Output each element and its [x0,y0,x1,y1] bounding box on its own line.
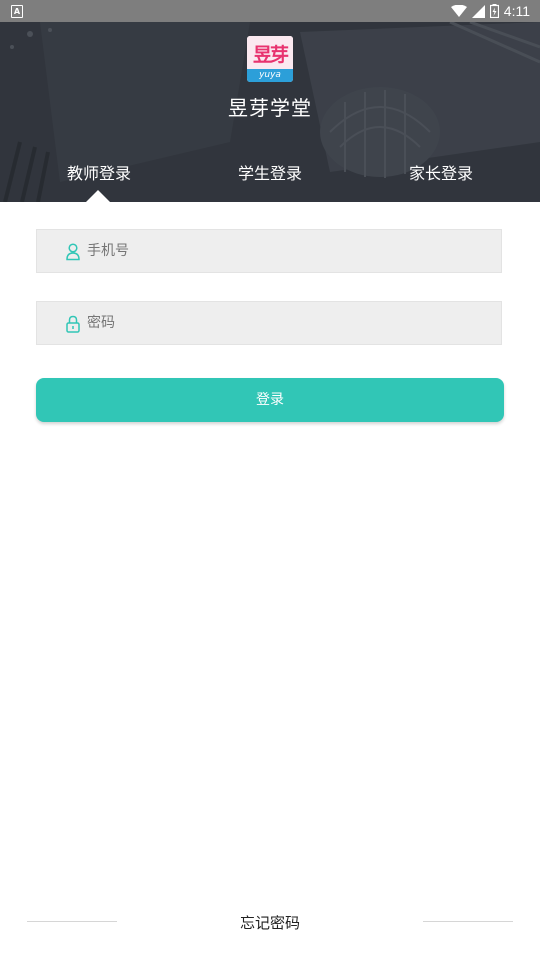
footer-divider-right [423,921,513,922]
status-icons: 4:11 [450,0,530,22]
password-input[interactable] [87,302,487,344]
phone-input[interactable] [87,230,487,272]
tab-teacher-login[interactable]: 教师登录 [39,160,159,184]
tab-parent-login[interactable]: 家长登录 [381,160,501,184]
header-banner: 昱芽 yuya 昱芽学堂 教师登录 学生登录 家长登录 [0,22,540,202]
logo-latin: yuya [247,69,293,82]
login-role-tabs: 教师登录 学生登录 家长登录 [0,160,540,190]
user-icon [66,243,80,261]
app-title: 昱芽学堂 [228,96,312,120]
app-logo: 昱芽 yuya [247,36,293,82]
wifi-icon [450,4,467,17]
cell-signal-icon [471,4,485,18]
phone-field[interactable] [36,229,502,273]
status-time: 4:11 [503,3,530,19]
logo-glyphs: 昱芽 [252,44,289,66]
tab-student-login[interactable]: 学生登录 [210,160,330,184]
login-button[interactable]: 登录 [36,378,504,422]
password-field[interactable] [36,301,502,345]
battery-icon [489,4,499,18]
status-bar: A 4:11 [0,0,540,22]
notification-a-icon: A [11,5,23,18]
forgot-password-link[interactable]: 忘记密码 [0,912,540,933]
selected-tab-indicator [86,190,110,202]
lock-icon [66,315,80,333]
